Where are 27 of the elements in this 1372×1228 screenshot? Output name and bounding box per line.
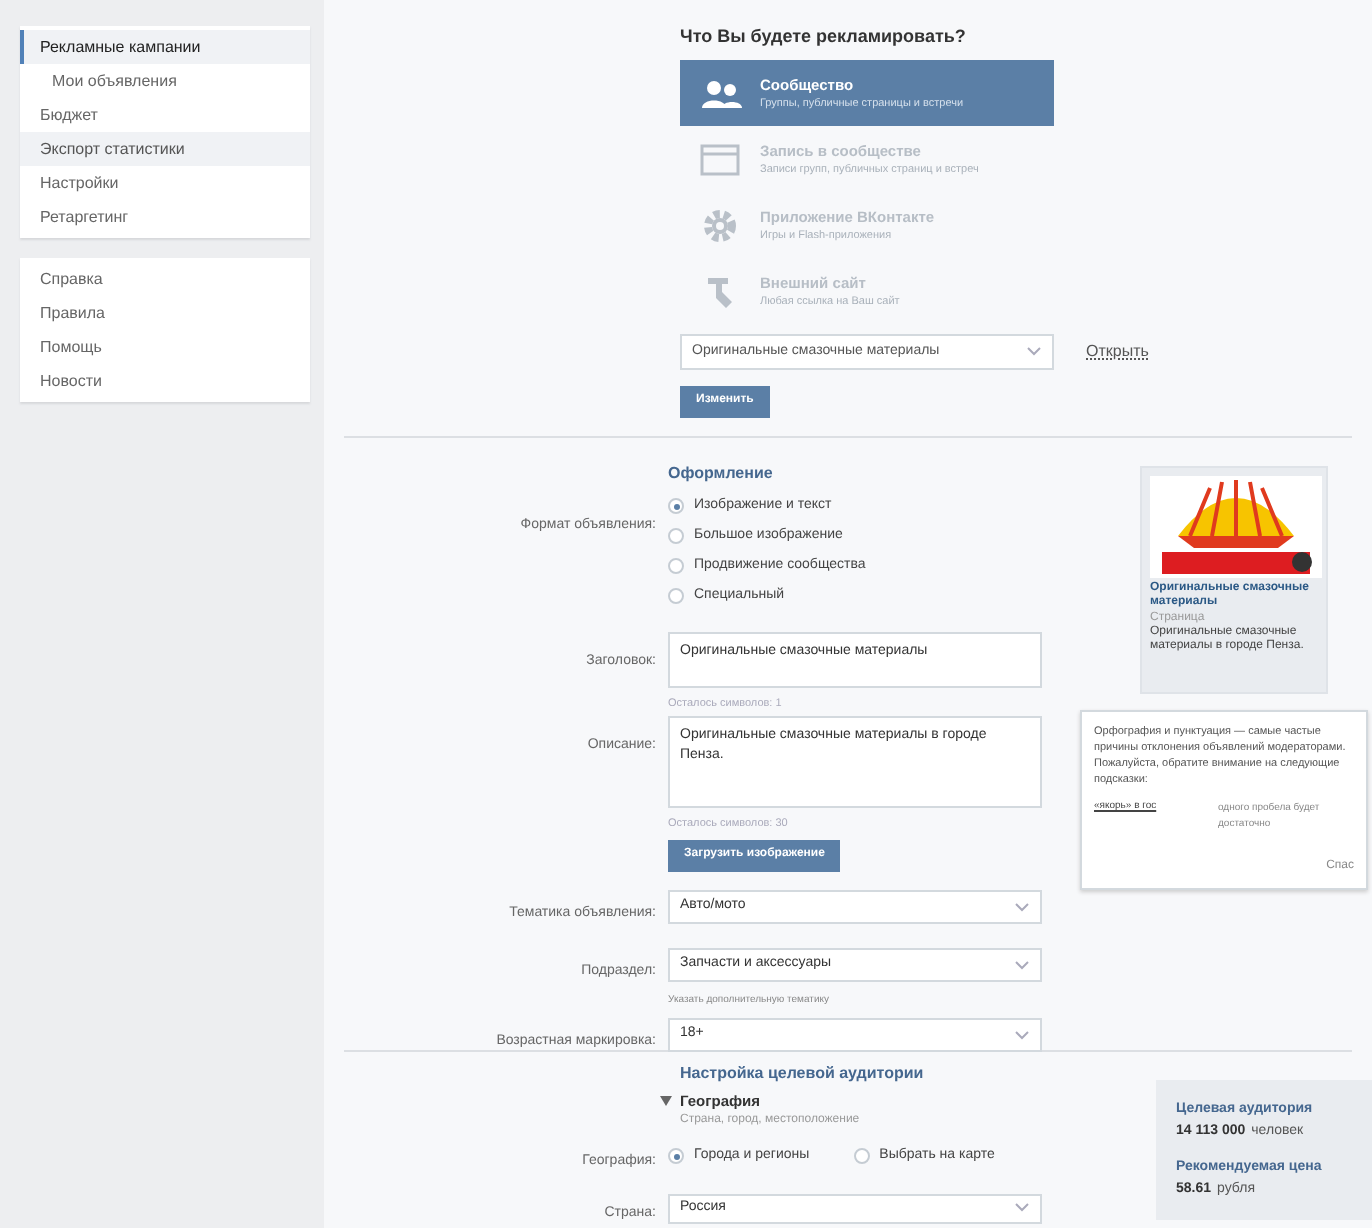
chevron-icon: [1014, 959, 1030, 971]
sidebar-item[interactable]: Ретаргетинг: [20, 200, 310, 234]
section-title: Настройка целевой аудитории: [680, 1062, 926, 1086]
radio-button[interactable]: [668, 528, 684, 545]
radio-button[interactable]: [668, 588, 684, 605]
sidebar-item[interactable]: Бюджет: [20, 98, 310, 132]
sidebar-item[interactable]: Мои объявления: [20, 64, 310, 98]
radio-button[interactable]: [853, 1148, 870, 1165]
sidebar-item[interactable]: Помощь: [20, 330, 310, 364]
people-icon: [700, 75, 744, 111]
radio-button[interactable]: [668, 558, 684, 575]
radio-button[interactable]: [668, 498, 684, 515]
sidebar-item[interactable]: Новости: [20, 364, 310, 398]
sidebar-item[interactable]: Правила: [20, 296, 310, 330]
chevron-icon: [1014, 1029, 1030, 1041]
section-title: Что Вы будете рекламировать?: [680, 24, 968, 50]
sidebar-item[interactable]: Справка: [20, 262, 310, 296]
open-link[interactable]: Открыть: [1086, 340, 1149, 364]
section-title: Оформление: [668, 462, 773, 486]
chevron-icon: [1014, 1202, 1030, 1215]
sidebar-item[interactable]: Экспорт статистики: [20, 132, 310, 166]
window-icon: [700, 141, 744, 177]
sidebar-item[interactable]: Рекламные кампании: [20, 30, 310, 64]
chevron-icon: [1014, 901, 1030, 913]
radio-button[interactable]: [668, 1148, 684, 1165]
chevron-icon: [1026, 346, 1042, 358]
sidebar-item[interactable]: Настройки: [20, 166, 310, 200]
